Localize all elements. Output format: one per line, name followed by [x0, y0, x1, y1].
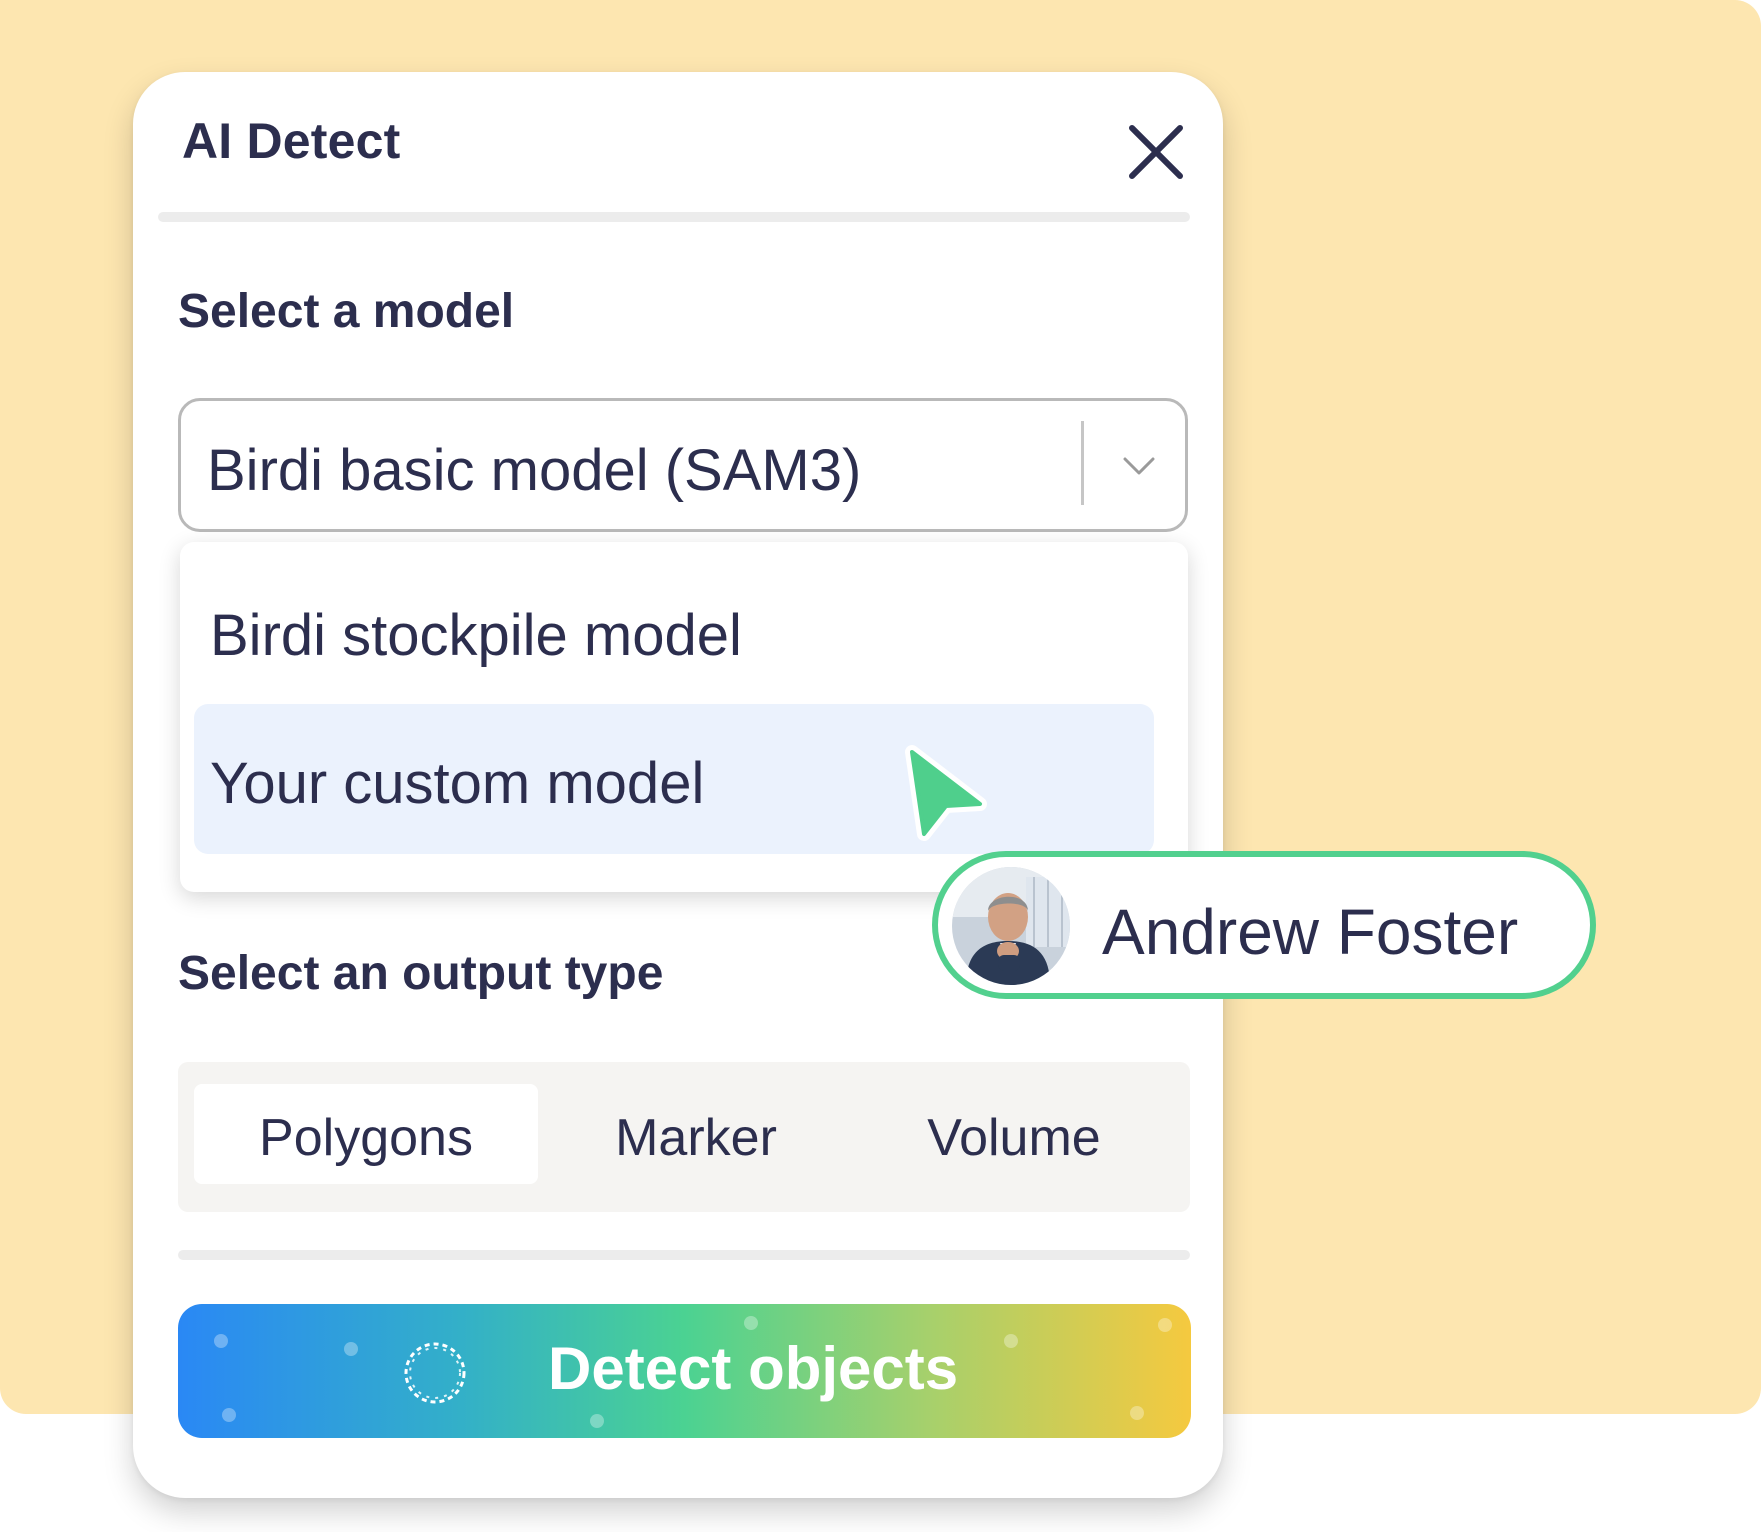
avatar — [952, 867, 1070, 985]
segment-polygons[interactable]: Polygons — [194, 1084, 538, 1184]
decor-dot — [344, 1342, 358, 1356]
close-icon — [1129, 125, 1183, 179]
dropdown-option-stockpile[interactable]: Birdi stockpile model — [194, 556, 1154, 706]
stage: AI Detect Select a model Birdi basic mod… — [0, 0, 1761, 1532]
decor-dot — [1158, 1318, 1172, 1332]
segment-marker[interactable]: Marker — [546, 1084, 846, 1184]
pointer-cursor-icon — [905, 745, 987, 841]
decor-dot — [214, 1334, 228, 1348]
decor-dot — [1004, 1334, 1018, 1348]
panel-title: AI Detect — [182, 113, 401, 169]
detect-objects-button[interactable]: Detect objects — [178, 1304, 1191, 1438]
model-section-label: Select a model — [178, 285, 515, 338]
header-divider — [158, 212, 1190, 222]
decor-dot — [1130, 1406, 1144, 1420]
close-button[interactable] — [1120, 116, 1192, 188]
dropdown-option-label: Birdi stockpile model — [210, 603, 742, 668]
decor-dot — [744, 1316, 758, 1330]
decor-dot — [222, 1408, 236, 1422]
avatar-photo — [952, 867, 1070, 985]
select-separator — [1081, 421, 1084, 505]
chevron-down-icon — [1123, 457, 1155, 475]
footer-divider — [178, 1250, 1190, 1260]
segment-label: Volume — [927, 1109, 1101, 1167]
collaborator-tag: Andrew Foster — [932, 851, 1596, 999]
segment-volume[interactable]: Volume — [854, 1084, 1174, 1184]
segment-label: Marker — [615, 1109, 777, 1167]
output-section-label: Select an output type — [178, 947, 664, 1000]
dropdown-option-custom[interactable]: Your custom model — [194, 704, 1154, 854]
dropdown-option-label: Your custom model — [210, 751, 705, 816]
decor-dot — [590, 1414, 604, 1428]
model-select[interactable]: Birdi basic model (SAM3) — [178, 398, 1188, 532]
spinner-icon — [404, 1342, 466, 1404]
model-select-value: Birdi basic model (SAM3) — [207, 438, 862, 503]
segment-label: Polygons — [259, 1109, 473, 1167]
model-dropdown-menu: Birdi stockpile model Your custom model — [180, 542, 1188, 892]
detect-objects-label: Detect objects — [548, 1335, 959, 1402]
output-type-segmented-control: Polygons Marker Volume — [178, 1062, 1190, 1212]
user-name: Andrew Foster — [1102, 896, 1519, 968]
